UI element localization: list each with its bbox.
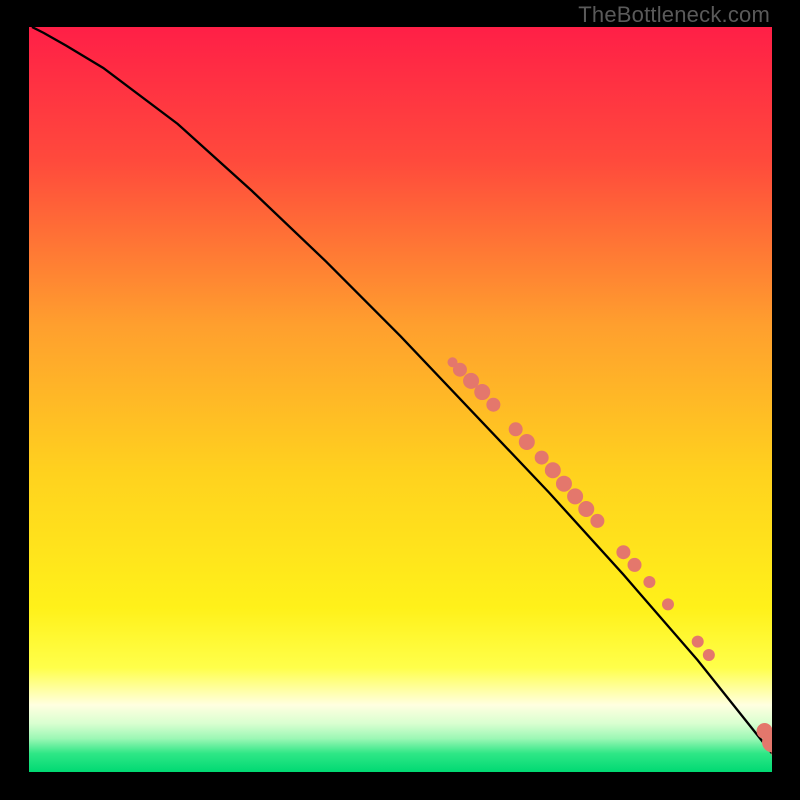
data-point [519,434,535,450]
data-point [590,514,604,528]
data-point [567,488,583,504]
data-point [662,598,674,610]
data-point [692,636,704,648]
plot-area [29,27,772,772]
data-point [556,476,572,492]
data-point [474,384,490,400]
chart-svg [29,27,772,772]
data-point [453,363,467,377]
data-point [509,422,523,436]
data-point [643,576,655,588]
data-point [486,398,500,412]
gradient-background [29,27,772,772]
data-point [703,649,715,661]
data-point [535,451,549,465]
data-point [628,558,642,572]
chart-stage: TheBottleneck.com [0,0,800,800]
watermark-text: TheBottleneck.com [578,2,770,28]
data-point [616,545,630,559]
data-point [578,501,594,517]
data-point [545,462,561,478]
